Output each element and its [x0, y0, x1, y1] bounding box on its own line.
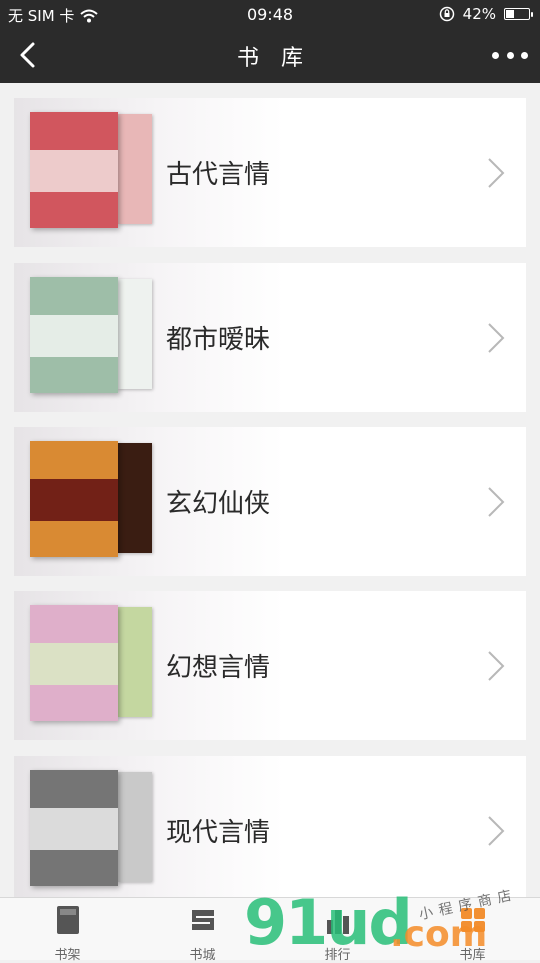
tab-label: 书架: [54, 948, 81, 963]
bookshelf-icon: [56, 906, 79, 934]
back-cover: [118, 279, 152, 389]
bookstore-icon: [191, 910, 214, 930]
back-cover: [118, 772, 152, 882]
category-label: 现代言情: [166, 818, 271, 848]
dot: [492, 51, 499, 59]
tab-label: 书库: [459, 948, 486, 963]
rotation-lock-icon: [439, 6, 454, 22]
dot: [506, 51, 514, 59]
tab-library[interactable]: 书库: [405, 904, 540, 963]
book-cover-image: [30, 112, 118, 228]
category-card[interactable]: 玄幻仙侠: [14, 427, 526, 576]
dot: [521, 51, 528, 59]
tab-label: 排行: [324, 948, 351, 963]
category-card[interactable]: 现代言情: [14, 756, 526, 905]
category-label: 幻想言情: [166, 653, 271, 683]
back-cover: [118, 114, 152, 224]
battery-percent: 42%: [462, 5, 496, 23]
library-icon: [460, 908, 485, 932]
chevron-right-icon: [488, 323, 505, 353]
status-bar: 无 SIM 卡 09:48 42%: [0, 0, 540, 28]
chevron-right-icon: [488, 487, 505, 517]
nav-bar: 书库: [0, 28, 540, 83]
back-cover: [118, 443, 152, 553]
back-cover: [118, 607, 152, 717]
category-label: 古代言情: [166, 160, 271, 190]
tab-label: 书城: [189, 948, 216, 963]
chevron-right-icon: [488, 816, 505, 846]
tab-ranking[interactable]: 排行: [270, 904, 405, 963]
book-cover-image: [30, 441, 118, 557]
ranking-icon: [326, 910, 349, 934]
more-dots-icon[interactable]: [492, 42, 528, 68]
tab-bar: 书架 书城 排行 书库: [0, 897, 540, 963]
category-label: 都市暧昧: [166, 325, 271, 355]
book-cover-image: [30, 770, 118, 886]
category-label: 玄幻仙侠: [166, 489, 271, 519]
page-title: 书库: [236, 46, 325, 71]
book-cover-image: [30, 605, 118, 721]
status-right: 42%: [439, 5, 533, 23]
battery-icon: [504, 8, 533, 20]
category-card[interactable]: 都市暧昧: [14, 263, 526, 412]
category-card[interactable]: 古代言情: [14, 98, 526, 247]
chevron-right-icon: [488, 651, 505, 681]
category-card[interactable]: 幻想言情: [14, 591, 526, 740]
book-cover-image: [30, 277, 118, 393]
tab-bookshelf[interactable]: 书架: [0, 904, 135, 963]
battery-fill: [506, 10, 514, 18]
chevron-right-icon: [488, 158, 505, 188]
tab-bookstore[interactable]: 书城: [135, 904, 270, 963]
